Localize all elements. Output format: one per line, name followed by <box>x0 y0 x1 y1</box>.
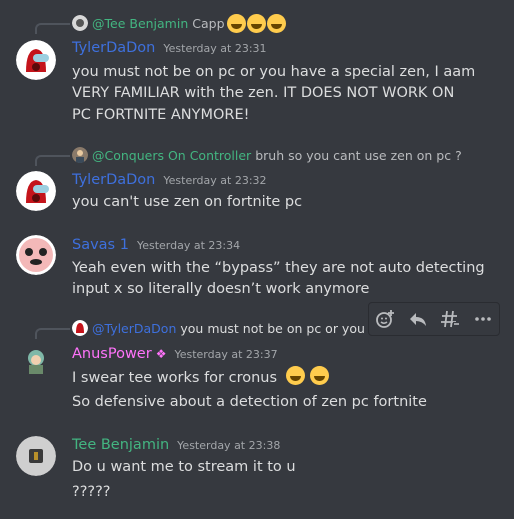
avatar[interactable] <box>16 40 56 80</box>
create-thread-icon[interactable] <box>437 306 463 332</box>
timestamp: Yesterday at 23:37 <box>174 348 278 361</box>
reply-preview[interactable]: @Conquers On Controller bruh so you cant… <box>72 146 462 164</box>
reply-avatar <box>72 320 88 336</box>
reply-spine <box>35 155 70 166</box>
message-header: Savas 1 Yesterday at 23:34 <box>72 237 240 253</box>
author-name[interactable]: AnusPower <box>72 346 152 362</box>
avatar[interactable] <box>16 235 56 275</box>
message-header: Tee Benjamin Yesterday at 23:38 <box>72 437 280 453</box>
avatar[interactable] <box>16 436 56 476</box>
add-reaction-icon[interactable] <box>372 306 398 332</box>
message-line: you can't use zen on fortnite pc <box>72 194 303 210</box>
reply-username[interactable]: @Tee Benjamin <box>92 16 188 31</box>
author-name[interactable]: Savas 1 <box>72 237 129 253</box>
reply-username[interactable]: @Conquers On Controller <box>92 148 251 163</box>
timestamp: Yesterday at 23:31 <box>163 42 267 55</box>
reply-spine <box>35 23 70 34</box>
message-actions-toolbar <box>368 302 500 336</box>
reply-avatar <box>72 147 88 163</box>
author-name[interactable]: TylerDaDon <box>72 172 155 188</box>
message-line: you must not be on pc or you have a spec… <box>72 64 476 80</box>
reply-icon[interactable] <box>405 306 431 332</box>
message-line: I swear tee works for cronus <box>72 366 494 389</box>
timestamp: Yesterday at 23:34 <box>136 239 241 252</box>
message-line: ????? <box>72 484 111 500</box>
message-header: TylerDaDon Yesterday at 23:31 <box>72 40 267 56</box>
timestamp: Yesterday at 23:38 <box>177 439 281 452</box>
avatar[interactable] <box>16 171 56 211</box>
message-line: Do u want me to stream it to u <box>72 459 296 475</box>
timestamp: Yesterday at 23:32 <box>163 174 267 187</box>
laughing-emoji-icon <box>246 13 266 33</box>
author-name[interactable]: Tee Benjamin <box>72 437 169 453</box>
reply-preview[interactable]: @Tee Benjamin Capp <box>72 13 286 33</box>
reply-text: you must not be on pc or you have <box>180 320 400 336</box>
laughing-emoji-icon <box>226 13 246 33</box>
reply-text: bruh so you cant use zen on pc ? <box>255 147 462 163</box>
rofl-emoji-icon <box>310 366 330 385</box>
reply-spine <box>35 328 70 339</box>
rofl-emoji-icon <box>285 366 305 385</box>
avatar[interactable] <box>16 344 56 384</box>
message-header: AnusPower ❖ Yesterday at 23:37 <box>72 346 278 362</box>
message-header: TylerDaDon Yesterday at 23:32 <box>72 172 267 188</box>
more-icon[interactable] <box>470 306 496 332</box>
message-text: I swear tee works for cronus <box>72 370 278 386</box>
message-line: Yeah even with the “bypass” they are not… <box>72 260 485 276</box>
message-line: So defensive about a detection of zen pc… <box>72 394 427 410</box>
author-name[interactable]: TylerDaDon <box>72 40 155 56</box>
reply-username[interactable]: @TylerDaDon <box>92 321 176 336</box>
message-line: PC FORTNITE ANYMORE! <box>72 107 250 123</box>
reply-text: Capp <box>192 15 225 31</box>
nitro-badge-icon: ❖ <box>155 347 167 361</box>
laughing-emoji-icon <box>266 13 286 33</box>
message-line: input x so literally doesn’t work anymor… <box>72 281 370 297</box>
reply-preview[interactable]: @TylerDaDon you must not be on pc or you… <box>72 319 400 337</box>
reply-avatar <box>72 15 88 31</box>
message-line: VERY FAMILIAR with the zen. IT DOES NOT … <box>72 85 455 101</box>
